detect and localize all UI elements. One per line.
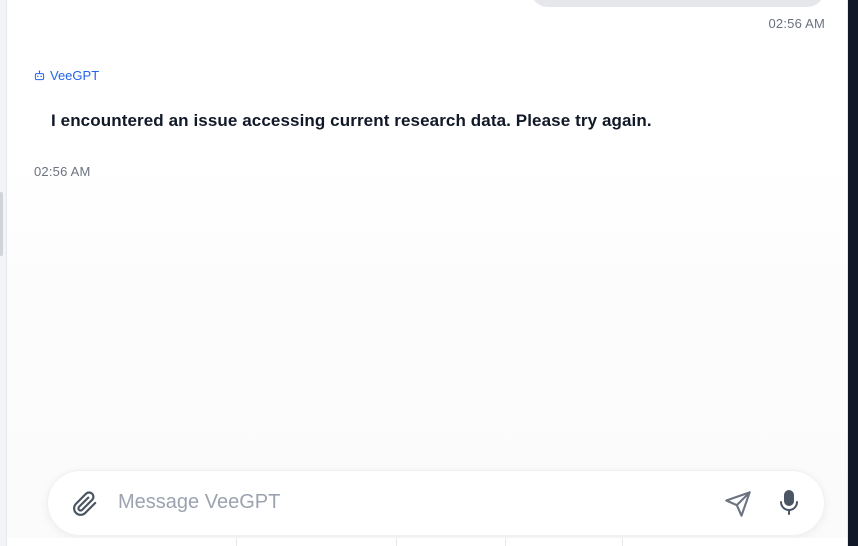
user-message-time: 02:56 AM — [768, 16, 825, 31]
message-input[interactable] — [116, 483, 700, 521]
bot-icon — [34, 70, 45, 81]
microphone-icon[interactable] — [777, 489, 801, 517]
footer-divider — [236, 538, 237, 546]
chat-area: 02:56 AM VeeGPT I encountered an issue a… — [7, 0, 847, 546]
bot-message-time: 02:56 AM — [34, 164, 91, 179]
sidebar-edge — [0, 0, 7, 546]
paperclip-icon[interactable] — [72, 491, 98, 517]
message-composer — [47, 470, 825, 536]
footer-divider — [396, 538, 397, 546]
bot-message-header: VeeGPT — [34, 68, 99, 83]
footer-strip — [7, 538, 847, 546]
footer-divider — [505, 538, 506, 546]
sidebar-resize-handle[interactable] — [0, 192, 3, 256]
footer-divider — [622, 538, 623, 546]
user-message-bubble — [530, 0, 825, 7]
app-window: 02:56 AM VeeGPT I encountered an issue a… — [0, 0, 858, 546]
bot-message-text: I encountered an issue accessing current… — [51, 111, 652, 130]
window-right-edge — [848, 0, 858, 546]
bot-name: VeeGPT — [50, 68, 100, 83]
send-icon[interactable] — [724, 490, 752, 518]
